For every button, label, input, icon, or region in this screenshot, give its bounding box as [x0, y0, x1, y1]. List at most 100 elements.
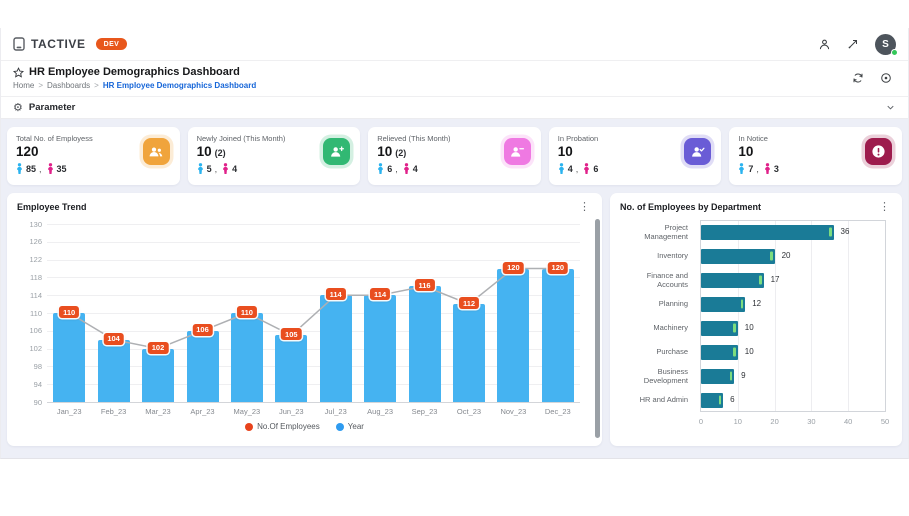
breadcrumb-current[interactable]: HR Employee Demographics Dashboard — [103, 81, 256, 90]
dept-bar-0[interactable] — [701, 224, 834, 240]
dept-bar-6[interactable] — [701, 368, 735, 384]
parameter-label: Parameter — [28, 102, 76, 113]
x-axis-label: Sep_23 — [411, 407, 438, 416]
kpi-card-1[interactable]: Newly Joined (This Month) 10 (2) 5, 4 — [187, 127, 361, 185]
kebab-menu-icon[interactable]: ⋮ — [577, 201, 592, 212]
dept-label: Finance and Accounts — [646, 270, 688, 289]
legend-item-employees[interactable]: No.Of Employees — [245, 422, 320, 431]
user-check-icon — [684, 138, 712, 165]
refresh-icon[interactable] — [852, 72, 864, 84]
employee-trend-chart: 130 126 122 118 114 110 106 102 98 94 90 110 Jan_23 1… — [17, 216, 592, 420]
dept-bar-4[interactable] — [701, 320, 738, 336]
x-axis-label: 20 — [770, 417, 779, 426]
kpi-value: 10 — [377, 144, 393, 159]
kpi-value: 10 — [196, 144, 212, 159]
female-icon — [222, 163, 229, 175]
female-icon — [583, 163, 590, 175]
male-count: 85 — [26, 164, 37, 174]
x-axis-label: Feb_23 — [100, 407, 127, 416]
data-label: 105 — [281, 328, 302, 341]
dept-value: 10 — [744, 347, 754, 356]
breadcrumb-separator: > — [94, 81, 99, 90]
legend-item-year[interactable]: Year — [335, 422, 364, 431]
trend-line — [68, 267, 558, 350]
x-gridline — [848, 221, 850, 411]
kpi-card-3[interactable]: In Probation 10 4, 6 — [548, 127, 722, 185]
female-count: 3 — [773, 164, 779, 174]
gear-icon: ⚙ — [13, 101, 23, 114]
kpi-value: 10 — [738, 144, 754, 159]
chart-title: No. of Employees by Department — [620, 201, 762, 212]
breadcrumb-home[interactable]: Home — [13, 81, 34, 90]
male-icon — [16, 163, 23, 175]
x-axis-label: Oct_23 — [456, 407, 482, 416]
app-window: TACTIVE DEV S HR Employee Demographics D… — [0, 28, 909, 459]
x-axis-label: Jun_23 — [278, 407, 304, 416]
legend-label: No.Of Employees — [257, 422, 320, 431]
kpi-gender-split: 4, 6 — [558, 163, 713, 175]
x-axis-label: Jan_23 — [56, 407, 82, 416]
x-gridline — [811, 221, 813, 411]
dept-value: 20 — [781, 251, 791, 260]
dept-label: Business Development — [643, 366, 688, 385]
expand-icon[interactable] — [847, 38, 859, 50]
env-badge: DEV — [95, 38, 128, 50]
kpi-value: 120 — [16, 144, 39, 159]
employee-trend-card: Employee Trend ⋮ 130 126 122 118 114 110 106 10… — [7, 193, 602, 446]
kpi-card-0[interactable]: Total No. of Employess 120 85, 35 — [7, 127, 180, 185]
kpi-gender-split: 6, 4 — [377, 163, 532, 175]
online-status-dot — [891, 48, 898, 56]
data-label: 112 — [458, 297, 480, 310]
chevron-down-icon[interactable] — [885, 102, 896, 113]
kebab-menu-icon[interactable]: ⋮ — [877, 201, 892, 212]
female-count: 6 — [593, 164, 599, 174]
dept-label: Inventory — [657, 251, 688, 261]
male-icon — [558, 163, 565, 175]
data-label: 116 — [414, 279, 435, 292]
target-icon[interactable] — [880, 72, 892, 84]
female-icon — [403, 163, 410, 175]
data-label: 102 — [147, 341, 169, 354]
breadcrumb-dashboards[interactable]: Dashboards — [47, 81, 90, 90]
data-label: 110 — [236, 306, 257, 318]
x-gridline — [774, 221, 776, 411]
vertical-scrollbar[interactable] — [595, 219, 600, 438]
user-plus-icon — [323, 138, 351, 165]
breadcrumb-separator: > — [38, 81, 44, 90]
breadcrumb: Home > Dashboards > HR Employee Demographics… — [13, 81, 256, 90]
user-icon[interactable] — [818, 38, 831, 51]
avatar[interactable]: S — [875, 33, 898, 56]
dept-label: Purchase — [656, 347, 688, 357]
legend-dot — [335, 422, 344, 431]
dept-value: 9 — [741, 371, 746, 380]
bar-cap — [770, 251, 773, 261]
data-label: 106 — [192, 323, 213, 336]
kpi-gender-split: 5, 4 — [197, 163, 352, 175]
x-axis-label: Aug_23 — [367, 407, 394, 416]
favorite-star-icon[interactable] — [13, 66, 24, 78]
dept-label: HR and Admin — [639, 395, 688, 405]
dept-bar-2[interactable] — [701, 272, 764, 288]
data-label: 104 — [103, 332, 124, 345]
dept-label: Project Management — [644, 222, 688, 241]
kpi-card-4[interactable]: In Notice 10 7, 3 — [729, 127, 902, 185]
bar-cap — [733, 347, 736, 357]
kpi-card-2[interactable]: Relieved (This Month) 10 (2) 6, 4 — [368, 127, 541, 185]
kpi-gender-split: 7, 3 — [738, 163, 893, 175]
dept-bar-7[interactable] — [701, 392, 724, 408]
data-label: 114 — [370, 288, 391, 301]
dept-bar-1[interactable] — [701, 248, 775, 264]
x-axis-label: Nov_23 — [500, 407, 527, 416]
dept-label: Machinery — [653, 323, 688, 333]
male-icon — [377, 163, 384, 175]
kpi-gender-split: 85, 35 — [16, 163, 171, 175]
chart-title: Employee Trend — [17, 201, 87, 212]
parameter-section-header[interactable]: ⚙ Parameter — [1, 97, 908, 119]
dept-bar-3[interactable] — [701, 296, 746, 312]
brand-name: TACTIVE — [31, 37, 86, 51]
kpi-value: 10 — [557, 144, 573, 159]
dept-bar-5[interactable] — [701, 344, 738, 360]
brand: TACTIVE DEV — [13, 37, 128, 51]
x-axis-label: 0 — [698, 417, 704, 426]
avatar-initial: S — [882, 38, 889, 50]
